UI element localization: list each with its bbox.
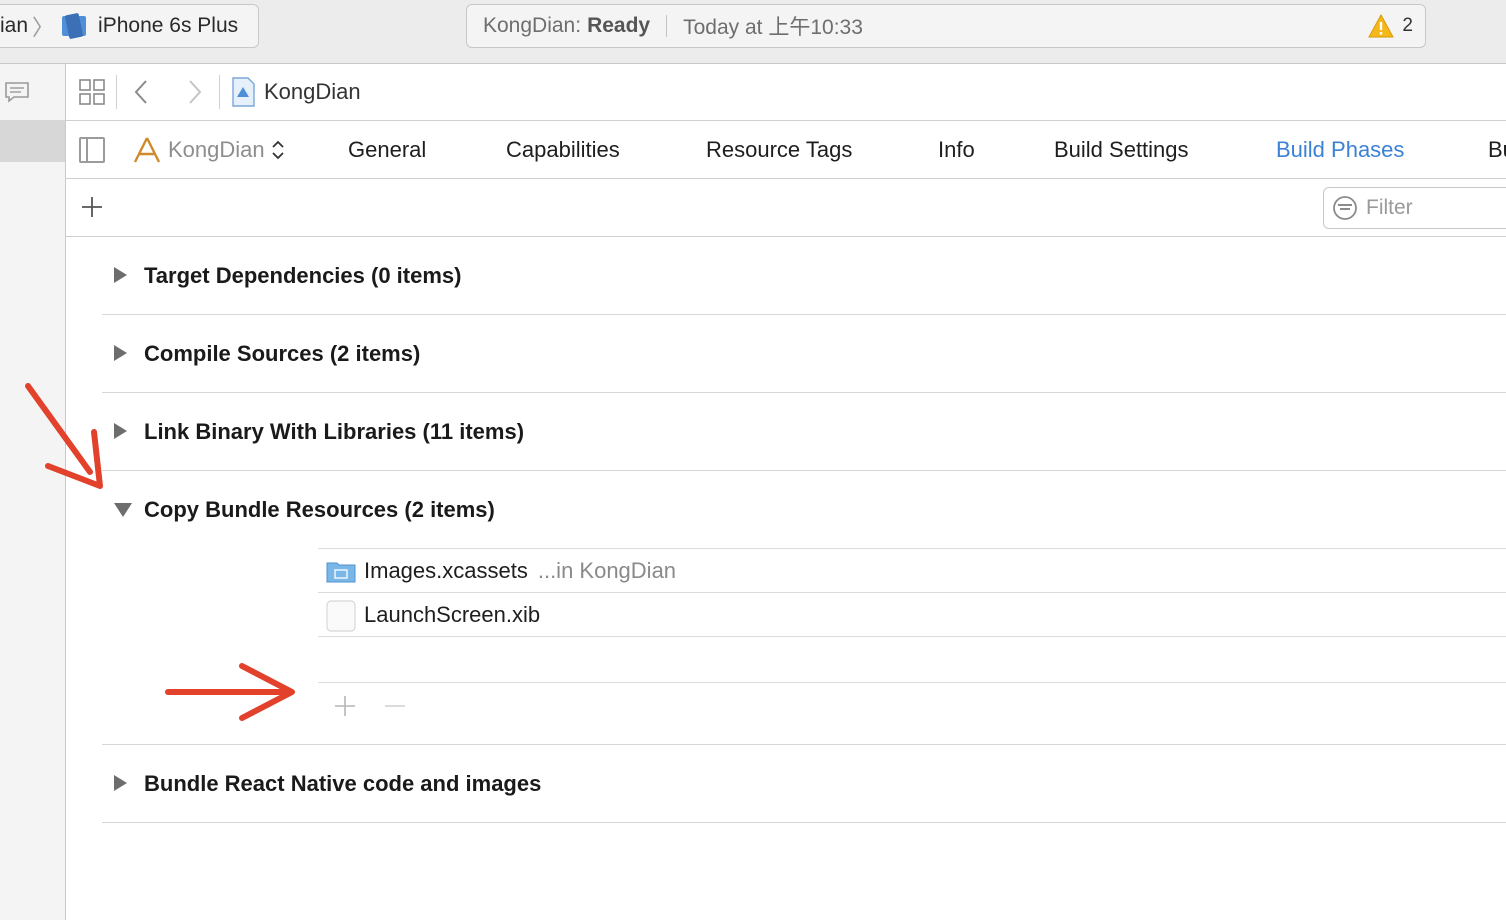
phase-toolbar: Filter <box>66 179 1506 237</box>
device-name: iPhone 6s Plus <box>98 14 239 37</box>
gutter-selection[interactable] <box>0 120 65 162</box>
resource-name: Images.xcassets <box>364 557 528 583</box>
navigator-gutter <box>0 64 66 920</box>
add-resource-icon[interactable] <box>333 694 357 718</box>
warning-badge[interactable]: 2 <box>1368 14 1413 38</box>
jumpbar-divider <box>116 75 117 109</box>
status-timestamp: Today at 上午10:33 <box>683 16 863 39</box>
resource-location: ...in KongDian <box>537 557 677 583</box>
phase-target-dependencies[interactable]: Target Dependencies (0 items) <box>102 237 1506 315</box>
folder-icon <box>326 556 356 586</box>
warning-count: 2 <box>1402 15 1413 36</box>
jump-bar: KongDian <box>66 64 1506 121</box>
activity-status: KongDian: Ready Today at 上午10:33 2 <box>466 4 1426 48</box>
target-selector[interactable]: KongDian <box>132 135 285 165</box>
annotation-arrow-icon <box>25 383 103 489</box>
breadcrumb-project[interactable]: KongDian <box>264 79 361 105</box>
status-state: Ready <box>587 14 651 37</box>
tab-info[interactable]: Info <box>938 137 975 163</box>
target-name: KongDian <box>168 137 265 162</box>
resource-name: LaunchScreen.xib <box>364 601 541 627</box>
breadcrumb-chevron-icon: 〉 <box>32 15 55 40</box>
show-hide-targets-icon[interactable] <box>79 137 105 163</box>
resource-row[interactable]: Images.xcassets ...in KongDian <box>318 548 1506 592</box>
scheme-project-name: ian <box>0 14 29 37</box>
tab-resource-tags[interactable]: Resource Tags <box>706 137 852 163</box>
disclosure-triangle-icon[interactable] <box>114 345 127 361</box>
tab-build-rules[interactable]: Bu <box>1488 137 1506 163</box>
resource-row[interactable]: LaunchScreen.xib <box>318 592 1506 636</box>
back-arrow-icon[interactable] <box>127 77 157 107</box>
phase-title: Bundle React Native code and images <box>144 771 542 796</box>
stepper-chevrons-icon <box>271 139 285 161</box>
disclosure-triangle-icon[interactable] <box>114 423 127 439</box>
phase-compile-sources[interactable]: Compile Sources (2 items) <box>102 315 1506 393</box>
filter-placeholder: Filter <box>1366 196 1413 219</box>
editor-tab-bar: KongDian General Capabilities Resource T… <box>66 121 1506 179</box>
tab-build-phases[interactable]: Build Phases <box>1276 137 1404 163</box>
warning-icon <box>1368 14 1395 38</box>
iphone-device-icon <box>60 13 88 39</box>
app-target-icon <box>132 135 162 165</box>
project-file-icon <box>230 77 256 107</box>
remove-resource-icon[interactable] <box>383 694 407 718</box>
disclosure-triangle-icon[interactable] <box>114 267 127 283</box>
tab-capabilities[interactable]: Capabilities <box>506 137 620 163</box>
window-toolbar: ian 〉 iPhone 6s Plus KongDian: Ready Tod… <box>0 0 1506 64</box>
forward-arrow-icon[interactable] <box>179 77 209 107</box>
disclosure-triangle-expanded-icon[interactable] <box>114 503 132 517</box>
phase-title: Link Binary With Libraries (11 items) <box>144 419 525 444</box>
related-items-grid-icon[interactable] <box>78 78 106 106</box>
tab-build-settings[interactable]: Build Settings <box>1054 137 1189 163</box>
status-project: KongDian: <box>483 14 582 37</box>
comment-icon[interactable] <box>4 80 30 104</box>
add-build-phase-icon[interactable] <box>80 195 104 219</box>
phase-title: Copy Bundle Resources (2 items) <box>144 497 495 522</box>
phase-title: Compile Sources (2 items) <box>144 341 421 366</box>
list-divider <box>318 636 1506 637</box>
tab-general[interactable]: General <box>348 137 426 163</box>
phase-bundle-react-native[interactable]: Bundle React Native code and images <box>102 745 1506 823</box>
scheme-selector[interactable]: ian 〉 iPhone 6s Plus <box>0 4 259 48</box>
status-divider <box>666 15 668 37</box>
phase-link-binary[interactable]: Link Binary With Libraries (11 items) <box>102 393 1506 471</box>
annotation-arrow-icon <box>165 663 295 721</box>
filter-field[interactable]: Filter <box>1323 187 1506 229</box>
xib-file-icon <box>326 599 356 632</box>
phase-title: Target Dependencies (0 items) <box>144 263 462 288</box>
disclosure-triangle-icon[interactable] <box>114 775 127 791</box>
filter-icon <box>1332 195 1358 221</box>
jumpbar-divider <box>219 75 220 109</box>
list-divider <box>318 682 1506 683</box>
